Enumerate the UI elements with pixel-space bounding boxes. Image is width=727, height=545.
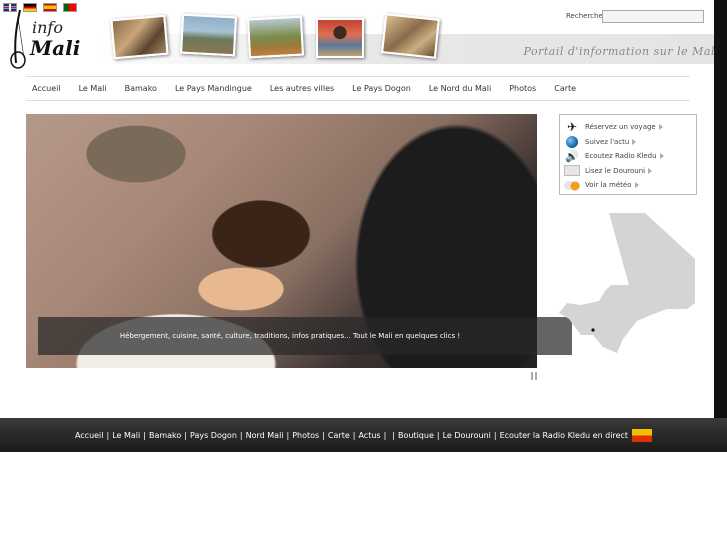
mali-map[interactable]	[559, 213, 699, 355]
nav-item-photos[interactable]: Photos	[503, 84, 548, 93]
nav-item-pays-dogon[interactable]: Le Pays Dogon	[346, 84, 423, 93]
header-photo	[381, 13, 440, 59]
search-label: Recherche	[566, 12, 603, 20]
quick-link-meteo[interactable]: Voir la météo	[564, 178, 692, 193]
nav-item-pays-mandingue[interactable]: Le Pays Mandingue	[169, 84, 264, 93]
footer-link-radio-kledu[interactable]: Ecouter la Radio Kledu en direct	[500, 431, 629, 440]
arrow-right-icon	[632, 138, 637, 145]
slideshow-caption: Hébergement, cuisine, santé, culture, tr…	[38, 317, 572, 355]
arrow-right-icon	[648, 167, 653, 174]
footer-link-dourouni[interactable]: Le Dourouni	[443, 431, 491, 440]
nav-item-le-mali[interactable]: Le Mali	[73, 84, 119, 93]
quick-links-box: ✈ Réservez un voyage Suivez l'actu 🔊 Eco…	[559, 114, 697, 195]
quick-link-voyage[interactable]: ✈ Réservez un voyage	[564, 120, 692, 135]
nav-item-autres-villes[interactable]: Les autres villes	[264, 84, 346, 93]
header-photo	[179, 13, 238, 57]
nav-item-carte[interactable]: Carte	[548, 84, 588, 93]
nav-item-nord-mali[interactable]: Le Nord du Mali	[423, 84, 503, 93]
site-tagline: Portail d'information sur le Mali	[523, 45, 719, 58]
arrow-right-icon	[634, 182, 639, 189]
footer-link-bamako[interactable]: Bamako	[149, 431, 181, 440]
arrow-right-icon	[659, 153, 664, 160]
speaker-icon: 🔊	[565, 149, 579, 163]
header-photo	[246, 15, 305, 59]
globe-icon	[564, 135, 580, 148]
page-edge	[714, 0, 727, 418]
quick-link-label: Voir la météo	[585, 181, 632, 190]
footer-link-actus[interactable]: Actus	[358, 431, 380, 440]
plane-icon: ✈	[566, 120, 578, 135]
footer-link-nord-mali[interactable]: Nord Mali	[246, 431, 284, 440]
quick-link-label: Suivez l'actu	[585, 137, 630, 146]
main-nav: Accueil Le Mali Bamako Le Pays Mandingue…	[26, 76, 690, 101]
footer-link-pays-dogon[interactable]: Pays Dogon	[190, 431, 237, 440]
quick-link-actu[interactable]: Suivez l'actu	[564, 135, 692, 150]
radio-kledu-logo-icon[interactable]	[632, 428, 653, 442]
footer-link-photos[interactable]: Photos	[292, 431, 319, 440]
logo-text-info: info	[32, 18, 63, 37]
quick-link-label: Lisez le Dourouni	[585, 166, 646, 175]
nav-item-accueil[interactable]: Accueil	[26, 84, 73, 93]
arrow-right-icon	[658, 124, 663, 131]
footer: Accueil | Le Mali | Bamako | Pays Dogon | No…	[0, 418, 727, 452]
footer-link-le-mali[interactable]: Le Mali	[112, 431, 140, 440]
footer-link-boutique[interactable]: Boutique	[398, 431, 434, 440]
footer-links: Accueil | Le Mali | Bamako | Pays Dogon | No…	[75, 428, 653, 442]
weather-icon	[564, 179, 580, 191]
header-photo	[316, 18, 364, 58]
quick-link-dourouni[interactable]: Lisez le Dourouni	[564, 164, 692, 179]
newspaper-icon	[564, 165, 580, 177]
quick-link-label: Réservez un voyage	[585, 123, 656, 132]
header-photo	[110, 14, 169, 60]
nav-item-bamako[interactable]: Bamako	[119, 84, 169, 93]
search-input[interactable]	[602, 10, 704, 23]
footer-link-carte[interactable]: Carte	[328, 431, 350, 440]
logo-text-mali: Mali	[30, 36, 81, 60]
site-logo[interactable]: info Mali	[10, 8, 80, 70]
footer-link-accueil[interactable]: Accueil	[75, 431, 104, 440]
quick-link-label: Ecoutez Radio Kledu	[585, 152, 657, 161]
pause-icon[interactable]	[531, 372, 537, 380]
quick-link-radio[interactable]: 🔊 Ecoutez Radio Kledu	[564, 149, 692, 164]
